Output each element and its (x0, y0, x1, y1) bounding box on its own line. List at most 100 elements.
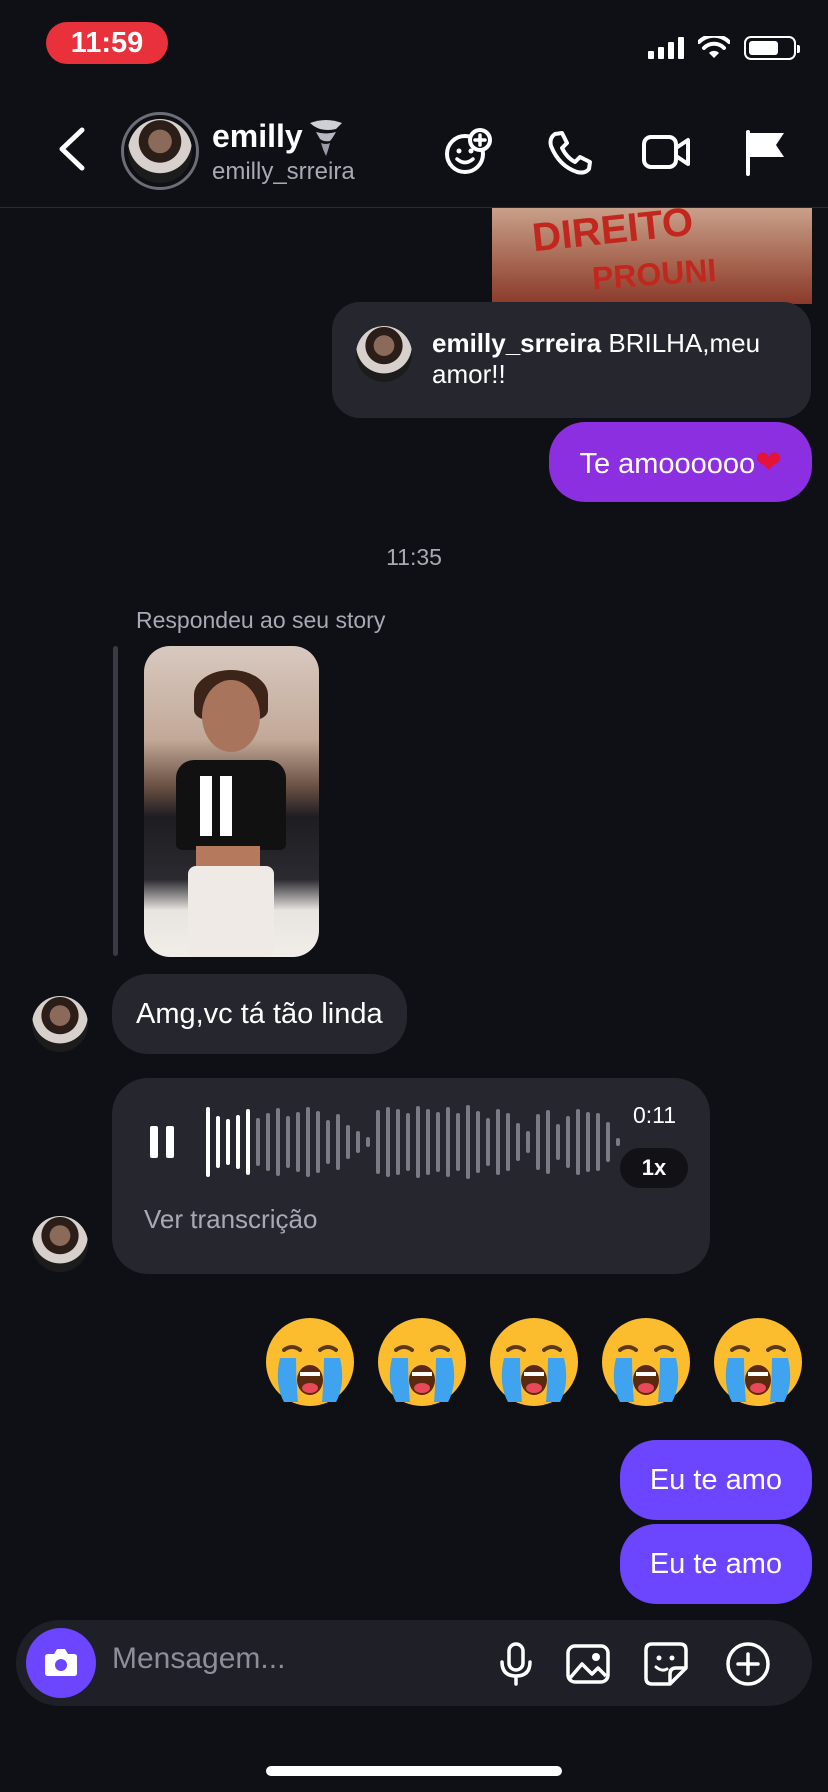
status-icons (648, 36, 800, 60)
waveform-bar (446, 1107, 450, 1177)
waveform-bar (506, 1113, 510, 1171)
waveform-bar (436, 1112, 440, 1172)
replied-to-story-label: Respondeu ao seu story (136, 607, 386, 633)
waveform-bar (526, 1131, 530, 1153)
waveform-bar (486, 1118, 490, 1166)
waveform-bar (246, 1109, 250, 1175)
story-image-text: PROUNI (590, 251, 718, 297)
sent-bubble[interactable]: Eu te amo (619, 1524, 812, 1604)
contact-name[interactable]: emilly (212, 118, 303, 155)
story-reply-card[interactable]: emilly_srreira BRILHA,meu amor!! (332, 302, 811, 418)
microphone-icon[interactable] (492, 1640, 540, 1688)
waveform-bar (216, 1116, 220, 1168)
waveform-bar (396, 1109, 400, 1175)
waveform-bar (496, 1109, 500, 1175)
sent-message[interactable]: Eu te amo (619, 1524, 812, 1604)
sent-text: Te amoooooo (579, 448, 756, 480)
waveform-bar (326, 1120, 330, 1164)
message-timestamp: 11:35 (386, 544, 442, 570)
sent-bubble[interactable]: Eu te amo (619, 1440, 812, 1520)
waveform-bar (586, 1112, 590, 1172)
flag-icon[interactable] (740, 128, 790, 176)
waveform-bar (256, 1118, 260, 1166)
wifi-icon (698, 36, 730, 58)
sticker-icon[interactable] (642, 1640, 690, 1688)
reply-indicator-line (113, 646, 118, 956)
waveform-bar (366, 1137, 370, 1147)
contact-username: emilly_srreira (212, 158, 355, 185)
sender-avatar[interactable] (32, 996, 88, 1052)
waveform-bar (556, 1124, 560, 1160)
waveform-bar (206, 1107, 210, 1177)
pause-icon[interactable] (150, 1126, 174, 1158)
heart-emoji-icon: ❤ (755, 444, 782, 480)
plus-icon[interactable] (724, 1640, 772, 1688)
video-call-icon[interactable] (641, 128, 691, 176)
camera-button[interactable] (26, 1628, 96, 1698)
message-composer: Mensagem... (16, 1620, 812, 1706)
story-thumbnail[interactable] (144, 646, 319, 957)
sent-bubble[interactable]: Te amoooooo❤ (549, 422, 812, 502)
waveform-bar (596, 1113, 600, 1171)
waveform-bar (306, 1107, 310, 1177)
status-time: 11:59 (46, 22, 168, 64)
loudly-crying-emoji-icon (374, 1314, 470, 1415)
gallery-icon[interactable] (564, 1640, 612, 1688)
waveform-bar (606, 1122, 610, 1162)
back-arrow-icon[interactable] (54, 126, 94, 172)
waveform-bar (476, 1111, 480, 1173)
signal-icon (648, 37, 684, 59)
reply-card-user: emilly_srreira (432, 328, 602, 358)
waveform-bar (406, 1113, 410, 1171)
waveform-bar (616, 1138, 620, 1146)
loudly-crying-emoji-icon (486, 1314, 582, 1415)
chat-screen: 11:59 emilly emilly_srreira DIREITO PROU… (0, 0, 828, 1792)
waveform-bar (386, 1107, 390, 1177)
waveform-bar (336, 1114, 340, 1170)
contact-avatar[interactable] (121, 112, 199, 190)
waveform-bar (456, 1113, 460, 1171)
waveform-bar (516, 1123, 520, 1161)
waveform-bar (466, 1105, 470, 1179)
camera-icon (45, 1649, 77, 1676)
sent-message[interactable]: Te amoooooo❤ (549, 422, 812, 502)
home-indicator[interactable] (266, 1766, 562, 1776)
message-input[interactable]: Mensagem... (112, 1642, 285, 1676)
sender-avatar[interactable] (32, 1216, 88, 1272)
waveform-bar (286, 1116, 290, 1168)
reply-card-text: emilly_srreira BRILHA,meu amor!! (432, 328, 792, 390)
status-bar: 11:59 (0, 0, 828, 90)
loudly-crying-emoji-icon (262, 1314, 358, 1415)
waveform-bar (266, 1113, 270, 1171)
battery-icon (744, 36, 800, 60)
phone-icon[interactable] (545, 128, 595, 176)
audio-waveform[interactable] (206, 1102, 626, 1182)
waveform-bar (316, 1111, 320, 1173)
shared-story-image[interactable]: DIREITO PROUNI (492, 208, 812, 304)
waveform-bar (546, 1110, 550, 1174)
avatar (356, 326, 412, 382)
waveform-bar (346, 1125, 350, 1159)
voice-message: 0:11 1x Ver transcrição (112, 1078, 710, 1274)
add-reaction-icon[interactable] (443, 128, 493, 176)
waveform-bar (356, 1131, 360, 1153)
waveform-bar (236, 1115, 240, 1169)
loudly-crying-emoji-icon (598, 1314, 694, 1415)
playback-speed-button[interactable]: 1x (620, 1148, 688, 1188)
voice-duration: 0:11 (632, 1102, 676, 1128)
waveform-bar (576, 1109, 580, 1175)
waveform-bar (536, 1114, 540, 1170)
waveform-bar (566, 1116, 570, 1168)
tornado-emoji-icon (310, 120, 342, 156)
received-message[interactable]: Amg,vc tá tão linda (112, 974, 407, 1054)
emoji-message[interactable] (262, 1314, 806, 1415)
waveform-bar (416, 1106, 420, 1178)
view-transcription-link[interactable]: Ver transcrição (144, 1204, 317, 1235)
waveform-bar (226, 1119, 230, 1165)
sent-message[interactable]: Eu te amo (619, 1440, 812, 1520)
waveform-bar (276, 1108, 280, 1176)
chat-header: emilly emilly_srreira (0, 90, 828, 208)
loudly-crying-emoji-icon (710, 1314, 806, 1415)
waveform-bar (376, 1110, 380, 1174)
waveform-bar (426, 1109, 430, 1175)
